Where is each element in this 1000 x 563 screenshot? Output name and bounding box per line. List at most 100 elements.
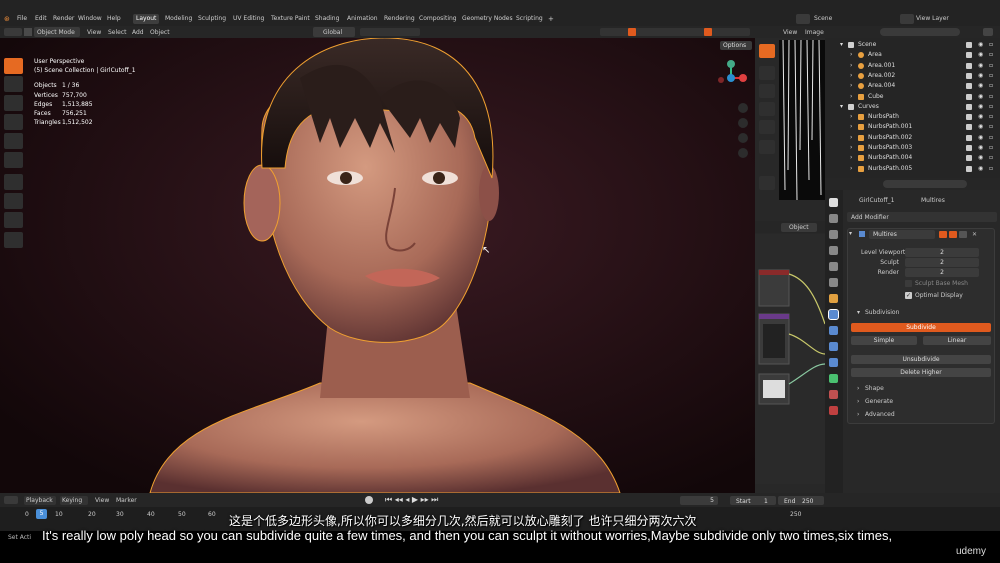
select-mode-icon[interactable] [24, 28, 32, 36]
physics-tab-icon[interactable] [829, 342, 838, 351]
constraints-tab-icon[interactable] [829, 358, 838, 367]
scene-selector-icon[interactable] [796, 14, 810, 24]
image-rotate-tool-icon[interactable] [759, 102, 775, 116]
sculpt-base-mesh-checkbox[interactable] [905, 280, 912, 287]
properties-search-input[interactable] [883, 180, 967, 188]
timeline-view-menu[interactable]: View [95, 497, 109, 504]
playback-controls[interactable]: ⏮ ◂◂ ◂ ▶ ▸▸ ⏭ [385, 495, 438, 505]
scene-field[interactable]: Scene [814, 15, 832, 22]
zoom-icon[interactable] [738, 103, 748, 113]
outliner-item[interactable]: › Area.004 ◉ ▫ [836, 81, 1000, 91]
annotate-tool-icon[interactable] [4, 174, 23, 190]
exclude-checkbox[interactable] [966, 72, 972, 79]
exclude-checkbox[interactable] [966, 114, 972, 121]
unsubdivide-button[interactable]: Unsubdivide [851, 355, 991, 364]
record-icon[interactable] [365, 496, 373, 504]
outliner-expand-icon[interactable]: › [850, 154, 852, 161]
render-camera-icon[interactable]: ▫ [989, 165, 993, 172]
data-tab-icon[interactable] [829, 374, 838, 383]
outliner-expand-icon[interactable]: › [850, 82, 852, 89]
outliner-expand-icon[interactable]: › [850, 51, 852, 58]
render-camera-icon[interactable]: ▫ [989, 82, 993, 89]
ruler-tool-icon[interactable] [4, 212, 23, 228]
select-tool-icon[interactable] [4, 58, 23, 74]
timeline-editor-type-icon[interactable] [4, 496, 18, 504]
outliner-item[interactable]: ▾ Curves ◉ ▫ [836, 102, 1000, 112]
visibility-eye-icon[interactable]: ◉ [978, 72, 983, 79]
visibility-eye-icon[interactable]: ◉ [978, 51, 983, 58]
tab-uv-editing[interactable]: UV Editing [230, 14, 267, 24]
exclude-checkbox[interactable] [966, 103, 972, 110]
scale-tool-icon[interactable] [4, 133, 23, 149]
outliner-item[interactable]: › Cube ◉ ▫ [836, 92, 1000, 102]
outliner-item[interactable]: › NurbsPath.005 ◉ ▫ [836, 164, 1000, 174]
timeline-marker-menu[interactable]: Marker [116, 497, 137, 504]
linear-button[interactable]: Linear [923, 336, 991, 345]
end-frame-field[interactable]: End 250 [778, 496, 824, 505]
modifier-close-icon[interactable]: ✕ [972, 231, 977, 238]
particles-tab-icon[interactable] [829, 326, 838, 335]
view-layer-icon[interactable] [900, 14, 914, 24]
advanced-chevron-icon[interactable]: › [857, 411, 859, 418]
menu-help[interactable]: Help [107, 15, 121, 22]
outliner-item[interactable]: › NurbsPath.004 ◉ ▫ [836, 153, 1000, 163]
outliner-item[interactable]: › NurbsPath.002 ◉ ▫ [836, 133, 1000, 143]
current-frame-field[interactable]: 5 [680, 496, 718, 505]
camera-view-icon[interactable] [738, 133, 748, 143]
outliner-search-input[interactable] [880, 28, 960, 36]
outliner-expand-icon[interactable]: › [850, 113, 852, 120]
render-camera-icon[interactable]: ▫ [989, 103, 993, 110]
outliner-expand-icon[interactable]: › [850, 123, 852, 130]
generate-section-label[interactable]: Generate [865, 398, 893, 405]
menu-select[interactable]: Select [108, 29, 127, 36]
outliner-expand-icon[interactable]: › [850, 62, 852, 69]
visibility-eye-icon[interactable]: ◉ [978, 41, 983, 48]
outliner-item[interactable]: › NurbsPath ◉ ▫ [836, 112, 1000, 122]
render-camera-icon[interactable]: ▫ [989, 93, 993, 100]
visibility-eye-icon[interactable]: ◉ [978, 123, 983, 130]
render-level-field[interactable]: 2 [905, 268, 979, 277]
render-camera-icon[interactable]: ▫ [989, 41, 993, 48]
subdivision-section-label[interactable]: Subdivision [865, 309, 899, 316]
outliner-item[interactable]: › Area ◉ ▫ [836, 50, 1000, 60]
view-layer-tab-icon[interactable] [829, 246, 838, 255]
outliner-expand-icon[interactable]: › [850, 93, 852, 100]
visibility-eye-icon[interactable]: ◉ [978, 113, 983, 120]
visibility-eye-icon[interactable]: ◉ [978, 82, 983, 89]
image-select-tool-icon[interactable] [759, 44, 775, 58]
orientation-dropdown[interactable]: Global [313, 27, 355, 37]
visibility-eye-icon[interactable]: ◉ [978, 93, 983, 100]
image-editor-view-menu[interactable]: View [783, 29, 797, 36]
navigation-gizmo[interactable] [711, 58, 751, 98]
image-editor-image-menu[interactable]: Image [805, 29, 824, 36]
output-tab-icon[interactable] [829, 230, 838, 239]
collapse-chevron-icon[interactable]: ▾ [849, 230, 857, 238]
cursor-tool-icon[interactable] [4, 76, 23, 92]
object-tab-icon[interactable] [829, 294, 838, 303]
options-dropdown[interactable]: Options [720, 41, 752, 50]
outliner-expand-icon[interactable]: › [850, 134, 852, 141]
outliner-item[interactable]: › Area.001 ◉ ▫ [836, 61, 1000, 71]
exclude-checkbox[interactable] [966, 42, 972, 48]
render-camera-icon[interactable]: ▫ [989, 134, 993, 141]
render-toggle-icon[interactable] [959, 231, 967, 238]
outliner-expand-icon[interactable]: ▾ [840, 41, 843, 48]
render-camera-icon[interactable]: ▫ [989, 62, 993, 69]
tool-tab-icon[interactable] [829, 198, 838, 207]
tab-geometry-nodes[interactable]: Geometry Nodes [459, 14, 516, 24]
outliner-expand-icon[interactable]: › [850, 165, 852, 172]
exclude-checkbox[interactable] [966, 52, 972, 59]
menu-add[interactable]: Add [132, 29, 144, 36]
render-camera-icon[interactable]: ▫ [989, 51, 993, 58]
snapping-controls[interactable] [360, 28, 420, 36]
render-camera-icon[interactable]: ▫ [989, 113, 993, 120]
shape-chevron-icon[interactable]: › [857, 385, 859, 392]
edit-mode-toggle-icon[interactable] [939, 231, 947, 238]
tab-rendering[interactable]: Rendering [381, 14, 418, 24]
tab-modeling[interactable]: Modeling [162, 14, 195, 24]
simple-button[interactable]: Simple [851, 336, 917, 345]
outliner-filter-icon[interactable] [983, 28, 993, 36]
blender-logo-icon[interactable]: ⊛ [4, 15, 10, 23]
advanced-section-label[interactable]: Advanced [865, 411, 895, 418]
visibility-eye-icon[interactable]: ◉ [978, 154, 983, 161]
